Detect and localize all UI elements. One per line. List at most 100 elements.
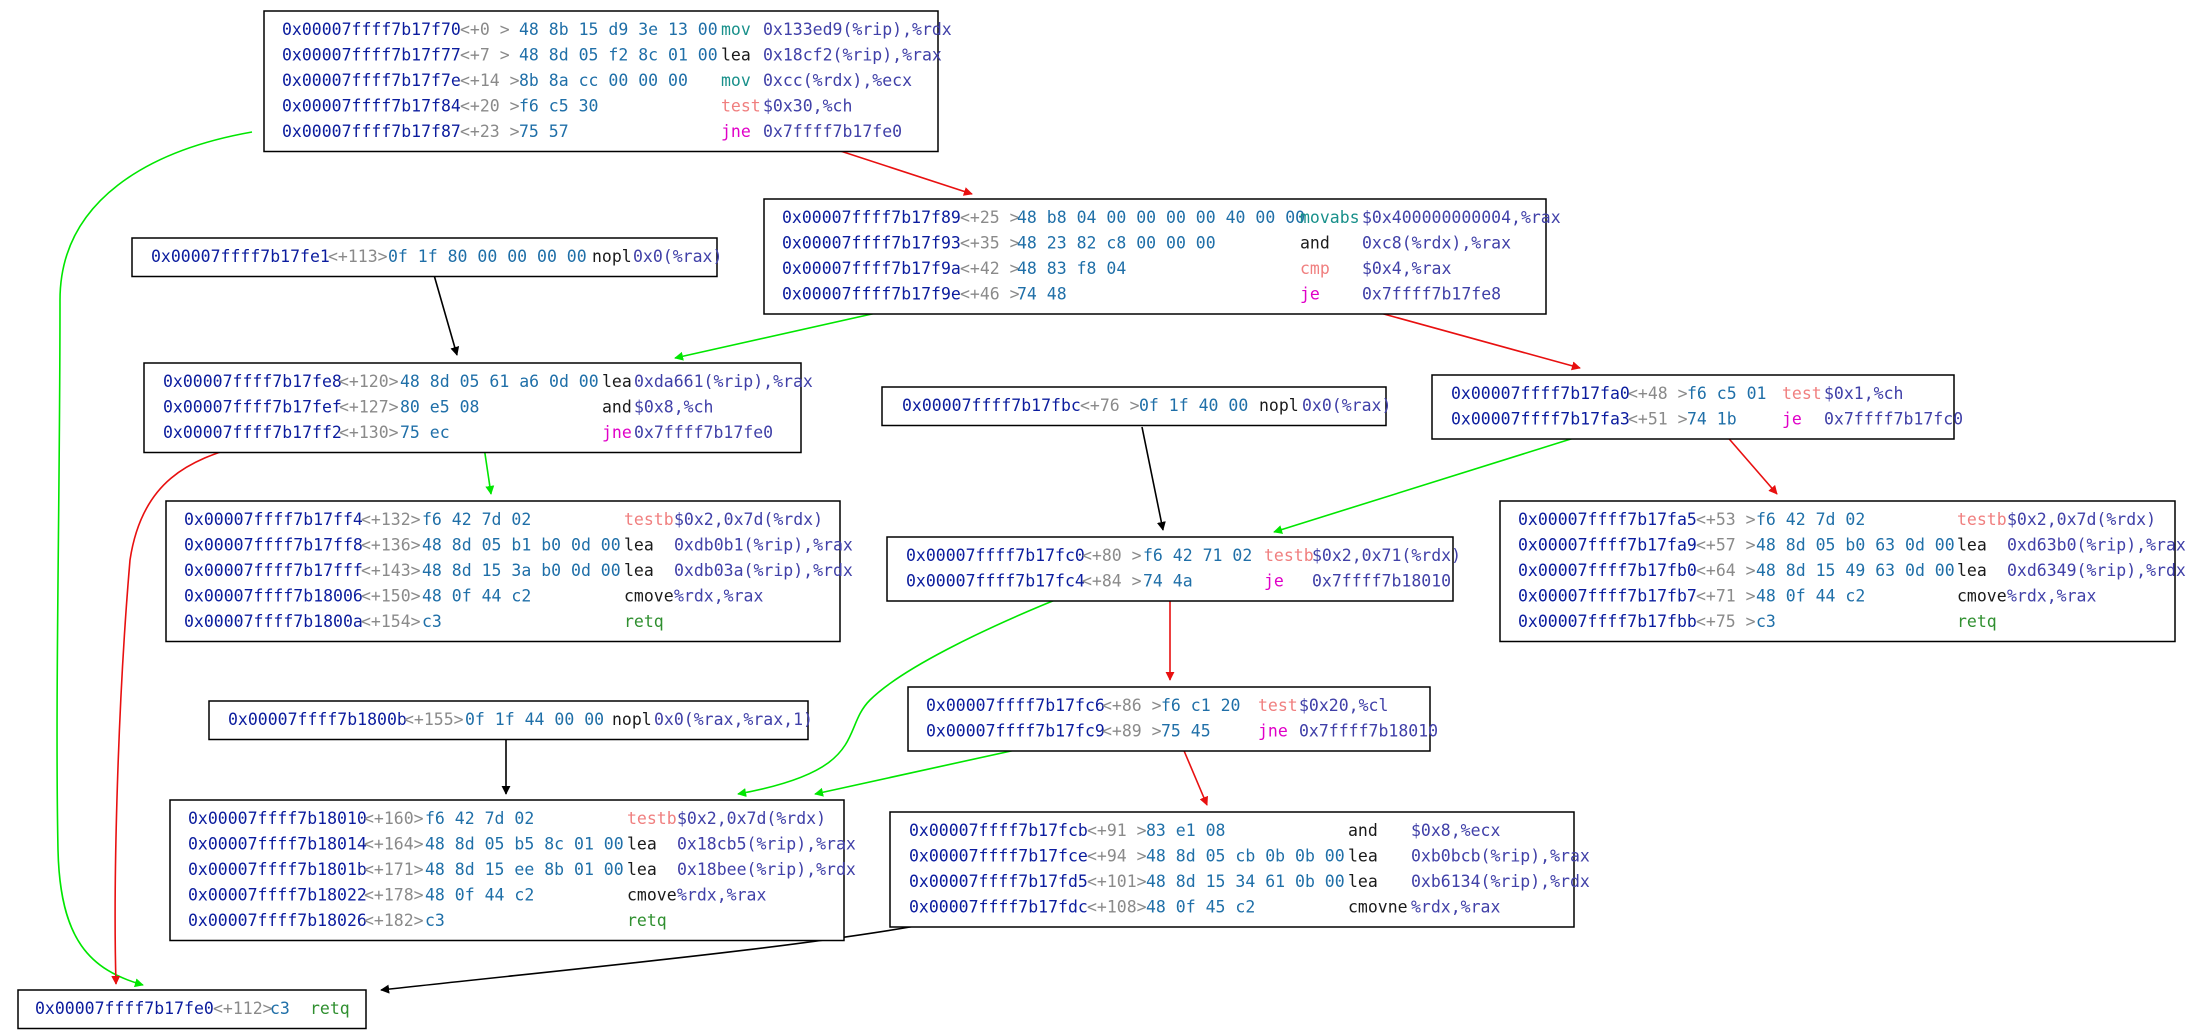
instruction-offset: <+120> bbox=[339, 372, 399, 391]
instruction-address[interactable]: 0x00007ffff7b17fbb bbox=[1518, 612, 1697, 631]
basic-block-b17fbc[interactable]: 0x00007ffff7b17fbc <+76 >0f 1f 40 00 nopl 0… bbox=[881, 386, 1391, 427]
instruction-row[interactable]: 0x00007ffff7b18014<+164> 48 8d 05 b5 8c 0… bbox=[188, 835, 856, 854]
instruction-address[interactable]: 0x00007ffff7b17f84 bbox=[282, 97, 461, 116]
instruction-address[interactable]: 0x00007ffff7b17fa5 bbox=[1518, 510, 1697, 529]
instruction-address[interactable]: 0x00007ffff7b18014 bbox=[188, 835, 367, 854]
instruction-address[interactable]: 0x00007ffff7b17fb7 bbox=[1518, 587, 1697, 606]
instruction-row[interactable]: 0x00007ffff7b18010<+160> f6 42 7d 02 testb… bbox=[188, 809, 826, 828]
instruction-address[interactable]: 0x00007ffff7b17fa0 bbox=[1451, 384, 1630, 403]
instruction-row[interactable]: 0x00007ffff7b17fa0<+48 > f6 c5 01 test $0x1… bbox=[1451, 384, 1903, 403]
instruction-address[interactable]: 0x00007ffff7b17f77 bbox=[282, 46, 461, 65]
instruction-address[interactable]: 0x00007ffff7b17fc9 bbox=[926, 722, 1105, 741]
instruction-address[interactable]: 0x00007ffff7b1800b bbox=[228, 710, 407, 729]
basic-block-b17fa5[interactable]: 0x00007ffff7b17fa5 <+53 > f6 42 7d 02 testb… bbox=[1499, 500, 2186, 643]
instruction-address[interactable]: 0x00007ffff7b17f9e bbox=[782, 285, 961, 304]
instruction-row[interactable]: 0x00007ffff7b17fc0<+80 > f6 42 71 02 testb… bbox=[906, 546, 1461, 565]
instruction-address[interactable]: 0x00007ffff7b1801b bbox=[188, 860, 367, 879]
instruction-address[interactable]: 0x00007ffff7b17fe0 bbox=[35, 999, 214, 1018]
instruction-address[interactable]: 0x00007ffff7b17f93 bbox=[782, 234, 961, 253]
instruction-address[interactable]: 0x00007ffff7b17fff bbox=[184, 561, 363, 580]
instruction-operands: $0x30,%ch bbox=[763, 97, 852, 116]
instruction-row[interactable]: 0x00007ffff7b17fc9<+89 >75 45 jne 0x7ffff7… bbox=[926, 722, 1438, 741]
instruction-address[interactable]: 0x00007ffff7b17fa3 bbox=[1451, 410, 1630, 429]
instruction-address[interactable]: 0x00007ffff7b17fe1 bbox=[151, 247, 330, 266]
instruction-address[interactable]: 0x00007ffff7b17fa9 bbox=[1518, 536, 1697, 555]
instruction-row[interactable]: 0x00007ffff7b18022<+178> 48 0f 44 c2 cmove… bbox=[188, 886, 766, 905]
basic-block-b1800b[interactable]: 0x00007ffff7b1800b<+155> 0f 1f 44 00 00 no… bbox=[208, 700, 813, 741]
instruction-row[interactable]: 0x00007ffff7b17fa9 <+57 >48 8d 05 b0 63 0… bbox=[1518, 536, 2186, 555]
instruction-address[interactable]: 0x00007ffff7b1800a bbox=[184, 612, 363, 631]
instruction-row[interactable]: 0x00007ffff7b17ff4<+132> f6 42 7d 02 testb… bbox=[184, 510, 823, 529]
instruction-offset: <+84 > bbox=[1082, 572, 1142, 591]
instruction-row[interactable]: 0x00007ffff7b17f84 <+20 > f6 c5 30 test $0x3… bbox=[282, 97, 852, 116]
instruction-address[interactable]: 0x00007ffff7b17fef bbox=[163, 398, 342, 417]
basic-block-b17ff4[interactable]: 0x00007ffff7b17ff4<+132> f6 42 7d 02 testb… bbox=[165, 500, 853, 643]
instruction-row[interactable]: 0x00007ffff7b17f70 <+0 > 48 8b 15 d9 3e 13… bbox=[282, 20, 952, 39]
instruction-row[interactable]: 0x00007ffff7b17fb0 <+64 >48 8d 15 49 63 0… bbox=[1518, 561, 2186, 580]
instruction-row[interactable]: 0x00007ffff7b17fcb <+91 >83 e1 08 and $0x8,… bbox=[909, 821, 1500, 840]
basic-block-b17fe0[interactable]: 0x00007ffff7b17fe0 <+112>c3 retq bbox=[17, 989, 367, 1030]
instruction-address[interactable]: 0x00007ffff7b17fe8 bbox=[163, 372, 342, 391]
instruction-address[interactable]: 0x00007ffff7b17fbc bbox=[902, 396, 1081, 415]
instruction-address[interactable]: 0x00007ffff7b17ff2 bbox=[163, 423, 342, 442]
instruction-address[interactable]: 0x00007ffff7b17fce bbox=[909, 847, 1088, 866]
instruction-mnemonic: retq bbox=[624, 612, 664, 631]
instruction-row[interactable]: 0x00007ffff7b17f7e <+14 >8b 8a cc 00 00 0… bbox=[282, 71, 912, 90]
instruction-row[interactable]: 0x00007ffff7b17fef<+127> 80 e5 08 and $0x8,… bbox=[163, 398, 713, 417]
basic-block-b18010[interactable]: 0x00007ffff7b18010<+160> f6 42 7d 02 testb… bbox=[169, 799, 856, 942]
basic-block-b17fa0[interactable]: 0x00007ffff7b17fa0<+48 > f6 c5 01 test $0x1… bbox=[1431, 374, 1963, 440]
instruction-offset: <+51 > bbox=[1628, 410, 1688, 429]
instruction-address[interactable]: 0x00007ffff7b17f70 bbox=[282, 20, 461, 39]
instruction-row[interactable]: 0x00007ffff7b17fd5 <+101> 48 8d 15 34 61 0… bbox=[909, 872, 1590, 891]
instruction-address[interactable]: 0x00007ffff7b18026 bbox=[188, 911, 367, 930]
instruction-address[interactable]: 0x00007ffff7b17f9a bbox=[782, 259, 961, 278]
instruction-address[interactable]: 0x00007ffff7b17ff8 bbox=[184, 536, 363, 555]
instruction-address[interactable]: 0x00007ffff7b18010 bbox=[188, 809, 367, 828]
instruction-address[interactable]: 0x00007ffff7b17fcb bbox=[909, 821, 1088, 840]
instruction-row[interactable]: 0x00007ffff7b17f77 <+7 > 48 8d 05 f2 8c 01… bbox=[282, 46, 942, 65]
basic-block-b17fcb[interactable]: 0x00007ffff7b17fcb <+91 >83 e1 08 and $0x8,… bbox=[889, 811, 1590, 928]
edge-taken-b17f89-to-b17fe8 bbox=[674, 308, 895, 361]
instruction-address[interactable]: 0x00007ffff7b17fc6 bbox=[926, 696, 1105, 715]
instruction-mnemonic: lea bbox=[1348, 872, 1378, 891]
instruction-address[interactable]: 0x00007ffff7b18022 bbox=[188, 886, 367, 905]
instruction-row[interactable]: 0x00007ffff7b17fb7 <+71 >48 0f 44 c2 cmove… bbox=[1518, 587, 2096, 606]
instruction-row[interactable]: 0x00007ffff7b17fc4<+84 >74 4a je 0x7ffff7b… bbox=[906, 572, 1451, 591]
instruction-address[interactable]: 0x00007ffff7b18006 bbox=[184, 587, 363, 606]
basic-block-b17f70[interactable]: 0x00007ffff7b17f70 <+0 > 48 8b 15 d9 3e 13… bbox=[263, 10, 952, 153]
instruction-row[interactable]: 0x00007ffff7b17ff8<+136> 48 8d 05 b1 b0 0… bbox=[184, 536, 853, 555]
instruction-row[interactable]: 0x00007ffff7b1801b<+171> 48 8d 15 ee 8b 0… bbox=[188, 860, 856, 879]
basic-block-b17fc0[interactable]: 0x00007ffff7b17fc0<+80 > f6 42 71 02 testb… bbox=[886, 536, 1461, 602]
instruction-row[interactable]: 0x00007ffff7b1800b<+155> 0f 1f 44 00 00 no… bbox=[228, 710, 813, 729]
instruction-mnemonic: lea bbox=[624, 561, 654, 580]
instruction-offset: <+57 > bbox=[1696, 536, 1756, 555]
instruction-row[interactable]: 0x00007ffff7b17f89 <+25 >48 b8 04 00 00 0… bbox=[782, 208, 1561, 227]
instruction-row[interactable]: 0x00007ffff7b17f93 <+35 >48 23 82 c8 00 0… bbox=[782, 234, 1511, 253]
instruction-address[interactable]: 0x00007ffff7b17fc4 bbox=[906, 572, 1085, 591]
instruction-row[interactable]: 0x00007ffff7b17fa3<+51 >74 1b je 0x7ffff7b… bbox=[1451, 410, 1963, 429]
instruction-address[interactable]: 0x00007ffff7b17fc0 bbox=[906, 546, 1085, 565]
instruction-mnemonic: retq bbox=[627, 911, 667, 930]
instruction-bytes: f6 c1 20 bbox=[1161, 696, 1240, 715]
instruction-row[interactable]: 0x00007ffff7b17fa5 <+53 > f6 42 7d 02 testb… bbox=[1518, 510, 2156, 529]
instruction-row[interactable]: 0x00007ffff7b17fe1<+113> 0f 1f 80 00 00 0… bbox=[151, 247, 722, 266]
instruction-row[interactable]: 0x00007ffff7b17fce <+94 >48 8d 05 cb 0b 0… bbox=[909, 847, 1590, 866]
instruction-address[interactable]: 0x00007ffff7b17fb0 bbox=[1518, 561, 1697, 580]
instruction-address[interactable]: 0x00007ffff7b17f7e bbox=[282, 71, 461, 90]
instruction-row[interactable]: 0x00007ffff7b17fdc <+108> 48 0f 45 c2 cmovn… bbox=[909, 898, 1500, 917]
instruction-row[interactable]: 0x00007ffff7b17fff<+143> 48 8d 15 3a b0 0… bbox=[184, 561, 853, 580]
basic-block-b17fc6[interactable]: 0x00007ffff7b17fc6<+86 > f6 c1 20 test $0x2… bbox=[907, 686, 1438, 752]
instruction-mnemonic: jne bbox=[721, 122, 751, 141]
basic-block-b17fe8[interactable]: 0x00007ffff7b17fe8<+120> 48 8d 05 61 a6 0… bbox=[143, 362, 813, 454]
basic-block-b17fe1[interactable]: 0x00007ffff7b17fe1<+113> 0f 1f 80 00 00 0… bbox=[131, 237, 722, 278]
instruction-address[interactable]: 0x00007ffff7b17f89 bbox=[782, 208, 961, 227]
instruction-row[interactable]: 0x00007ffff7b17fc6<+86 > f6 c1 20 test $0x2… bbox=[926, 696, 1388, 715]
instruction-address[interactable]: 0x00007ffff7b17fdc bbox=[909, 898, 1088, 917]
instruction-row[interactable]: 0x00007ffff7b17fbc <+76 >0f 1f 40 00 nopl 0… bbox=[902, 396, 1391, 415]
instruction-row[interactable]: 0x00007ffff7b17fe8<+120> 48 8d 05 61 a6 0… bbox=[163, 372, 813, 391]
basic-block-b17f89[interactable]: 0x00007ffff7b17f89 <+25 >48 b8 04 00 00 0… bbox=[763, 198, 1561, 315]
instruction-row[interactable]: 0x00007ffff7b18006<+150> 48 0f 44 c2 cmove… bbox=[184, 587, 763, 606]
instruction-address[interactable]: 0x00007ffff7b17f87 bbox=[282, 122, 461, 141]
instruction-address[interactable]: 0x00007ffff7b17fd5 bbox=[909, 872, 1088, 891]
instruction-address[interactable]: 0x00007ffff7b17ff4 bbox=[184, 510, 363, 529]
